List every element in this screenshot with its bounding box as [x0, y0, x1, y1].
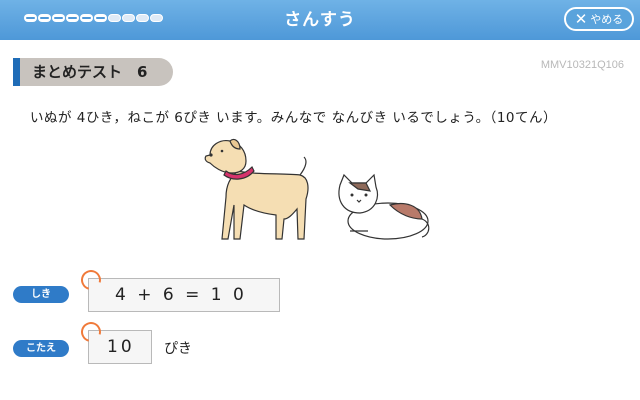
- dog-and-cat-illustration: [204, 138, 430, 240]
- answer-unit: ぴき: [164, 341, 192, 357]
- section-stripe: [13, 58, 20, 86]
- question-code: MMV10321Q106: [540, 59, 624, 71]
- quit-button-label: やめる: [590, 13, 624, 26]
- answer-label: こたえ: [13, 340, 69, 357]
- section-title: まとめテスト 6: [20, 58, 173, 86]
- dog-illustration: [204, 138, 309, 240]
- top-bar: さんすう ✕ やめる: [0, 0, 640, 40]
- formula-label: しき: [13, 286, 69, 303]
- section-header: まとめテスト 6: [13, 58, 173, 86]
- close-icon: ✕: [574, 9, 588, 28]
- question-text: いぬが 4ひき，ねこが 6ぴき います。みんなで なんびき いるでしょう。（10…: [30, 110, 557, 126]
- quit-button[interactable]: ✕ やめる: [564, 7, 634, 31]
- app-title: さんすう: [284, 10, 356, 30]
- formula-input[interactable]: 4 + 6 = 1 0: [88, 278, 280, 312]
- cat-illustration: [338, 173, 430, 240]
